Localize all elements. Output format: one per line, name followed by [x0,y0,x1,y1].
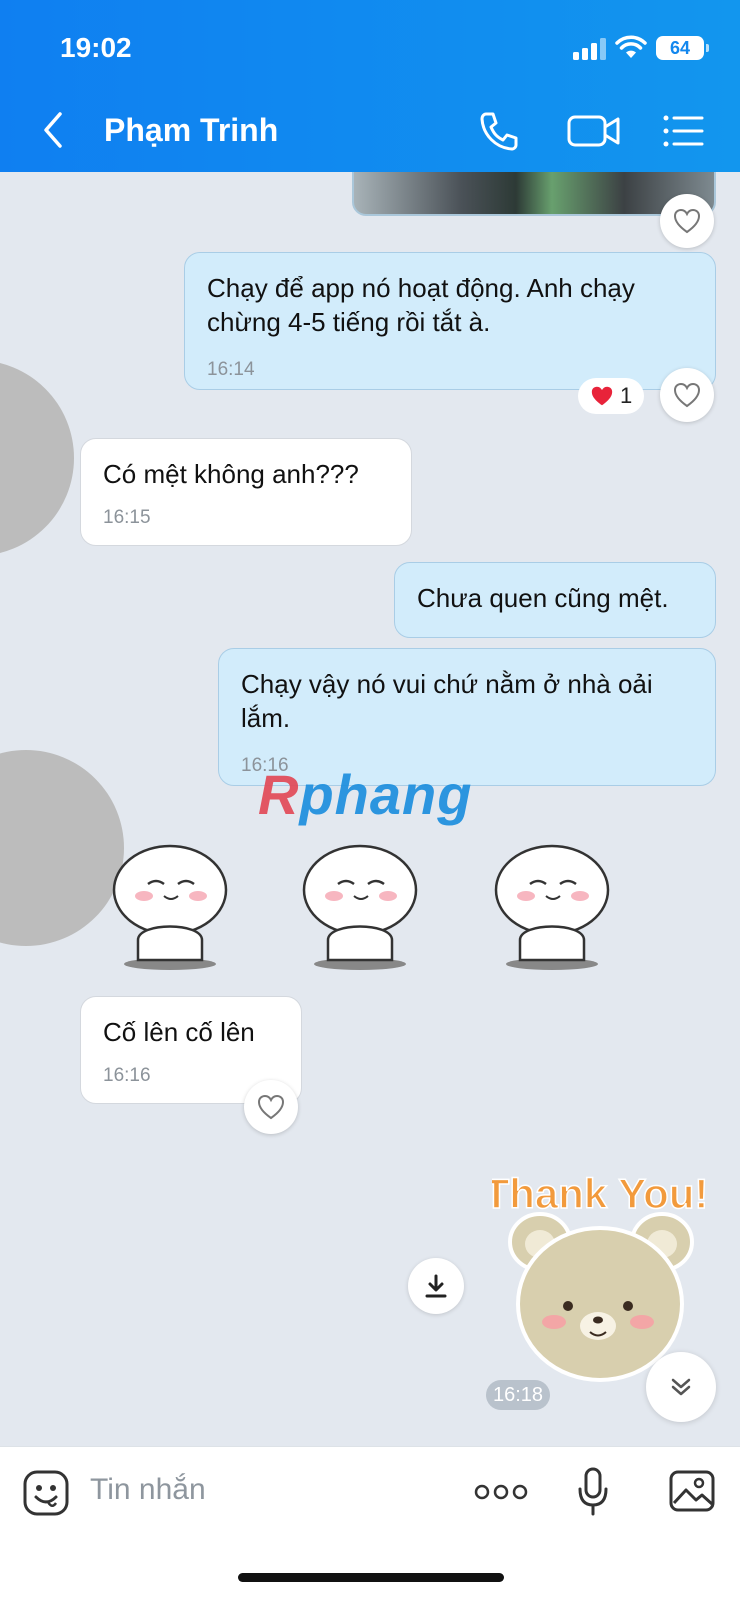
message-text: Chạy vậy nó vui chứ nằm ở nhà oải lắm. [241,669,653,733]
thank-you-sticker[interactable]: Thank You! [492,1162,718,1382]
image-icon[interactable] [668,1469,716,1513]
message-input-bar: Tin nhắn [0,1446,740,1600]
microphone-icon[interactable] [576,1467,610,1517]
heart-icon[interactable] [660,368,714,422]
heart-icon[interactable] [244,1080,298,1134]
heart-icon[interactable] [660,194,714,248]
message-bubble-incoming[interactable]: Có mệt không anh??? 16:15 [80,438,412,546]
chevron-left-icon[interactable] [38,110,68,150]
wifi-icon [615,35,647,58]
sticker-row[interactable] [108,844,628,974]
message-time: 16:15 [103,507,151,528]
sticker-time: 16:18 [486,1380,550,1410]
home-indicator [238,1573,504,1582]
message-text: Chạy để app nó hoạt động. Anh chạy chừng… [207,273,635,337]
sticker-character [112,844,228,970]
menu-list-icon[interactable] [660,108,706,154]
sticker-caption: Thank You! [492,1170,708,1217]
reaction-badge[interactable]: 1 [578,378,645,414]
download-button[interactable] [408,1258,464,1314]
chevron-down-icon [671,1378,691,1396]
emoji-icon[interactable] [22,1469,70,1517]
message-list[interactable]: Chạy để app nó hoạt động. Anh chạy chừng… [0,172,740,1446]
scroll-to-bottom-button[interactable] [646,1352,716,1422]
phone-icon[interactable] [476,108,522,154]
heart-icon [591,386,613,406]
battery-indicator: 64 [656,36,709,60]
message-bubble-outgoing[interactable]: Chạy để app nó hoạt động. Anh chạy chừng… [184,252,716,390]
chat-header: 19:02 64 Phạm Trinh [0,0,740,172]
contact-name[interactable]: Phạm Trinh [104,112,278,149]
download-icon [425,1274,447,1298]
avatar[interactable] [0,750,124,946]
message-input[interactable]: Tin nhắn [90,1473,206,1507]
more-icon[interactable] [474,1481,528,1503]
sticker-character [494,844,610,970]
reaction-count: 1 [620,383,633,408]
status-bar: 19:02 64 [0,28,740,68]
avatar[interactable] [0,360,74,556]
message-bubble-outgoing[interactable]: Chưa quen cũng mệt. [394,562,716,638]
status-time: 19:02 [60,32,132,63]
message-text: Chưa quen cũng mệt. [417,583,669,613]
sticker-character [302,844,418,970]
cellular-signal-icon [573,38,606,60]
message-text: Cố lên cố lên [103,1017,255,1047]
watermark: Rphang [258,763,473,826]
video-call-icon[interactable] [566,108,622,154]
message-text: Có mệt không anh??? [103,459,359,489]
